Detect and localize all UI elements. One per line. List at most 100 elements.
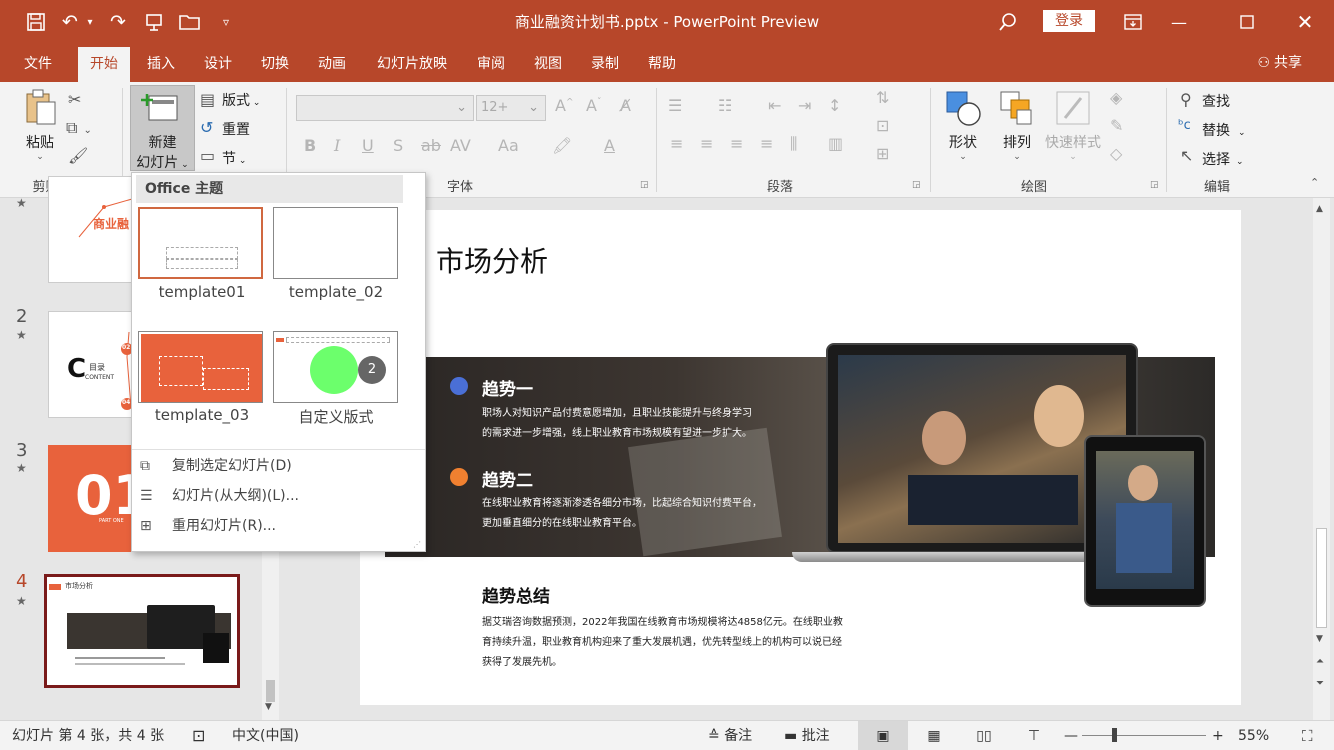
trend2-line2[interactable]: 更加垂直细分的在线职业教育平台。	[482, 514, 642, 529]
shape-outline-icon[interactable]: ✎	[1110, 116, 1123, 135]
font-launcher-icon[interactable]: ◲	[640, 180, 649, 190]
next-slide-icon[interactable]: ⏷	[1316, 678, 1324, 689]
trend1-title[interactable]: 趋势一	[482, 375, 533, 400]
tablet-image[interactable]	[1084, 435, 1206, 607]
trend1-line1[interactable]: 职场人对知识产品付费意愿增加，且职业技能提升与终身学习	[482, 404, 752, 419]
current-slide[interactable]: 市场分析 趋势一 职场人对知识产品付费意愿增加，且职业技能提升与终身学习 的需求…	[360, 210, 1241, 705]
tab-review[interactable]: 审阅	[465, 47, 517, 82]
format-painter-icon[interactable]: 🖌	[68, 146, 88, 165]
layout-template03[interactable]	[138, 331, 263, 403]
cut-icon[interactable]: ✂	[68, 90, 81, 109]
paragraph-launcher-icon[interactable]: ◲	[912, 180, 921, 190]
trend1-line2[interactable]: 的需求进一步增强，线上职业教育市场规模有望进一步扩大。	[482, 424, 752, 439]
numbering-icon[interactable]: ☷	[718, 96, 732, 115]
paste-button[interactable]: 粘贴 ⌄	[18, 88, 62, 168]
line-spacing-icon[interactable]: ↕	[828, 96, 841, 115]
slide-scrollbar[interactable]: ▲ ▼ ⏶ ⏷	[1313, 198, 1330, 720]
drawing-launcher-icon[interactable]: ◲	[1150, 180, 1159, 190]
font-color-icon[interactable]: A	[604, 136, 615, 155]
bold-icon[interactable]: B	[304, 136, 316, 155]
align-text-icon[interactable]: ⊡	[876, 116, 889, 135]
font-size-combo[interactable]: 12+ ⌄	[476, 95, 546, 121]
search-icon[interactable]	[994, 8, 1022, 36]
trend2-line1[interactable]: 在线职业教育将逐渐渗透各细分市场，比起综合知识付费平台，	[482, 494, 762, 509]
section-button[interactable]: 节 ⌄	[222, 148, 246, 168]
layout-template02[interactable]	[273, 207, 398, 279]
align-left-icon[interactable]: ≡	[670, 134, 683, 153]
tab-slideshow[interactable]: 幻灯片放映	[366, 47, 458, 82]
thumbnail-slide-4[interactable]: 市场分析	[44, 574, 240, 688]
duplicate-slide-item[interactable]: ⧉ 复制选定幻灯片(D)	[136, 452, 416, 480]
tab-transitions[interactable]: 切换	[249, 47, 301, 82]
slide-title[interactable]: 市场分析	[436, 240, 548, 280]
zoom-level[interactable]: 55%	[1238, 721, 1269, 750]
change-case-icon[interactable]: Aa	[498, 136, 519, 155]
strikethrough-icon[interactable]: ab	[421, 136, 441, 155]
justify-icon[interactable]: ≡	[760, 134, 773, 153]
tab-record[interactable]: 录制	[579, 47, 631, 82]
char-spacing-icon[interactable]: AV	[450, 136, 471, 155]
reset-icon[interactable]: ↺	[200, 118, 213, 137]
layout-template01[interactable]	[138, 207, 263, 279]
smartart-icon[interactable]: ⊞	[876, 144, 889, 163]
scroll-down-icon[interactable]: ▼	[1316, 634, 1323, 644]
summary-line3[interactable]: 获得了发展先机。	[482, 653, 562, 668]
reset-button[interactable]: 重置	[222, 119, 250, 139]
reading-view-icon[interactable]: ▯▯	[974, 721, 994, 750]
customize-qat-icon[interactable]: ▿	[212, 8, 240, 36]
slideshow-icon[interactable]: ⊤	[1024, 721, 1044, 750]
tab-insert[interactable]: 插入	[135, 47, 187, 82]
section-icon[interactable]: ▭	[200, 146, 215, 165]
scrollbar-thumb[interactable]	[1316, 528, 1327, 628]
notes-button[interactable]: ≙ 备注	[708, 721, 752, 750]
resize-grip-icon[interactable]: ⋰	[413, 540, 421, 549]
minimize-button[interactable]: —	[1156, 0, 1202, 44]
highlight-icon[interactable]: 🖍	[552, 136, 572, 155]
collapse-ribbon-icon[interactable]: ⌃	[1310, 176, 1319, 189]
zoom-out-icon[interactable]: —	[1064, 721, 1078, 750]
maximize-button[interactable]	[1224, 0, 1270, 44]
font-name-combo[interactable]: ⌄	[296, 95, 474, 121]
share-button[interactable]: ⚇ 共享	[1257, 44, 1306, 82]
undo-dropdown-icon[interactable]: ▾	[82, 8, 98, 36]
new-slide-button[interactable]: 新建 幻灯片 ⌄	[130, 85, 195, 171]
find-icon[interactable]: ⚲	[1180, 90, 1192, 109]
clear-format-icon[interactable]: A̸	[620, 96, 631, 115]
align-right-icon[interactable]: ≡	[730, 134, 743, 153]
shape-effects-icon[interactable]: ◇	[1110, 144, 1122, 163]
underline-icon[interactable]: U	[362, 136, 374, 155]
arrange-button[interactable]: 排列 ⌄	[994, 88, 1040, 168]
quick-styles-button[interactable]: 快速样式 ⌄	[1042, 88, 1104, 168]
prev-slide-icon[interactable]: ⏶	[1316, 656, 1324, 667]
accessibility-icon[interactable]: ⊡	[192, 721, 205, 750]
layout-button[interactable]: 版式 ⌄	[222, 90, 260, 110]
tab-home[interactable]: 开始	[78, 47, 130, 82]
scrollbar-thumb[interactable]	[266, 680, 275, 702]
shadow-icon[interactable]: S	[393, 136, 403, 155]
redo-icon[interactable]: ↷	[104, 8, 132, 36]
increase-indent-icon[interactable]: ⇥	[798, 96, 811, 115]
save-icon[interactable]	[22, 8, 50, 36]
login-button[interactable]: 登录	[1043, 10, 1095, 32]
ribbon-display-icon[interactable]	[1110, 0, 1156, 44]
tab-view[interactable]: 视图	[522, 47, 574, 82]
layout-icon[interactable]: ▤	[200, 90, 215, 109]
select-cursor-icon[interactable]: ↖	[1180, 146, 1193, 165]
tab-help[interactable]: 帮助	[636, 47, 688, 82]
distributed-icon[interactable]: ⫼	[790, 134, 797, 154]
find-button[interactable]: 查找	[1202, 91, 1230, 111]
replace-icon[interactable]: ᵇc	[1178, 118, 1191, 133]
scroll-down-icon[interactable]: ▼	[265, 702, 272, 712]
summary-title[interactable]: 趋势总结	[482, 582, 550, 607]
bullets-icon[interactable]: ☰	[668, 96, 682, 115]
reuse-slides-item[interactable]: ⊞ 重用幻灯片(R)...	[136, 512, 416, 540]
shrink-font-icon[interactable]: Aˇ	[586, 96, 601, 115]
shapes-button[interactable]: 形状 ⌄	[940, 88, 986, 168]
scroll-up-icon[interactable]: ▲	[1316, 204, 1323, 214]
text-direction-icon[interactable]: ⇅	[876, 88, 889, 107]
slides-from-outline-item[interactable]: ☰ 幻灯片(从大纲)(L)...	[136, 482, 416, 510]
close-button[interactable]: ✕	[1282, 0, 1328, 44]
comments-button[interactable]: ▬ 批注	[784, 721, 830, 750]
zoom-slider[interactable]	[1082, 728, 1206, 742]
tab-animations[interactable]: 动画	[306, 47, 358, 82]
